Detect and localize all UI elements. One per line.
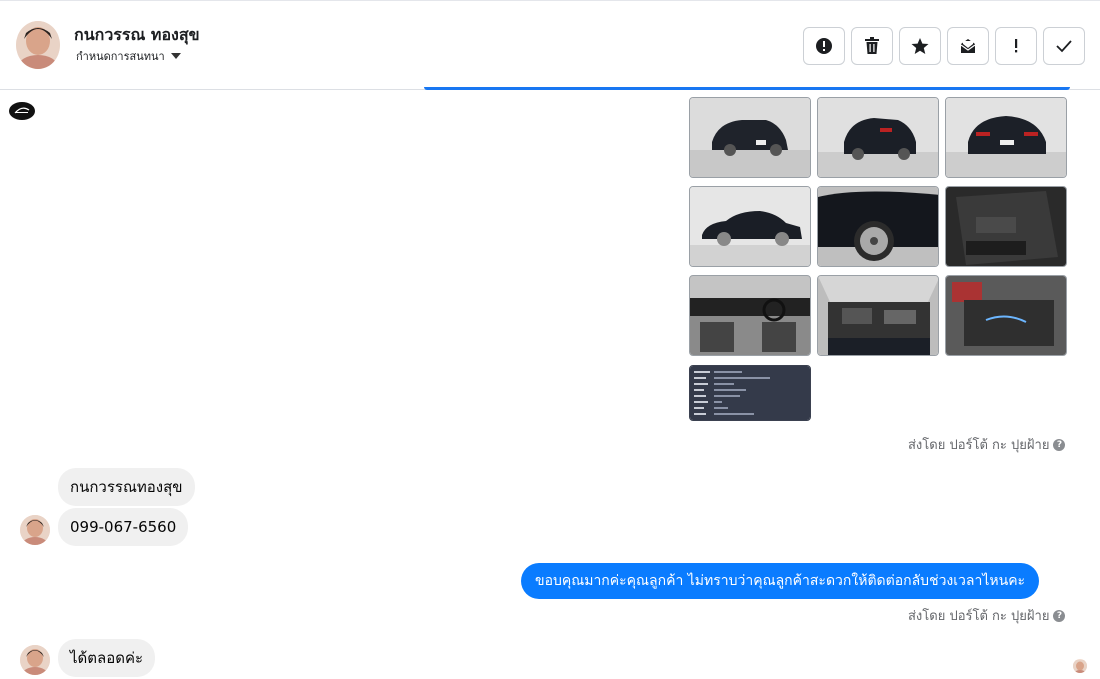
conversation-header: กนกวรรณ ทองสุข กำหนดการสนทนา (0, 1, 1100, 90)
envelope-icon (960, 39, 976, 53)
car-photo-wheel[interactable] (817, 186, 939, 267)
help-icon[interactable]: ? (1053, 438, 1066, 451)
messenger-inbox: กนกวรรณ ทองสุข กำหนดการสนทนา ส่งโดย ปอร์… (0, 0, 1100, 679)
incoming-message: กนกวรรณทองสุข (58, 468, 195, 506)
car-photo-door-interior[interactable] (945, 186, 1067, 267)
contact-avatar-small[interactable] (20, 515, 50, 545)
help-icon[interactable]: ? (1053, 609, 1066, 622)
page-logo-icon (9, 102, 35, 120)
sent-by-label: ส่งโดย ปอร์โต้ กะ ปุยฝ้าย ? (908, 434, 1066, 455)
contact-avatar-small[interactable] (20, 645, 50, 675)
check-icon (1056, 40, 1072, 53)
assign-conversation-dropdown[interactable]: กำหนดการสนทนา (76, 47, 181, 65)
outgoing-message: ขอบคุณมากค่ะคุณลูกค้า ไม่ทราบว่าคุณลูกค้… (521, 563, 1040, 599)
car-photo-dashboard[interactable] (689, 275, 811, 356)
contact-name: กนกวรรณ ทองสุข (74, 25, 200, 44)
car-photo-battery[interactable] (945, 275, 1067, 356)
star-button[interactable] (899, 27, 941, 65)
delete-button[interactable] (851, 27, 893, 65)
spam-button[interactable] (803, 27, 845, 65)
exclamation-icon (1015, 39, 1018, 53)
alert-circle-icon (816, 38, 832, 54)
sent-by-label: ส่งโดย ปอร์โต้ กะ ปุยฝ้าย ? (908, 605, 1066, 626)
done-button[interactable] (1043, 27, 1085, 65)
assign-conversation-label: กำหนดการสนทนา (76, 50, 165, 63)
star-icon (911, 38, 929, 54)
incoming-message: ได้ตลอดค่ะ (58, 639, 156, 677)
car-photo-rear-left[interactable] (817, 97, 939, 178)
trash-icon (865, 37, 879, 54)
mark-unread-button[interactable] (947, 27, 989, 65)
car-photo-side[interactable] (689, 186, 811, 267)
car-spec-sheet[interactable] (689, 365, 811, 421)
previous-message-edge (424, 87, 1070, 90)
car-photo-engine[interactable] (817, 275, 939, 356)
caret-down-icon (170, 53, 181, 59)
contact-avatar[interactable] (16, 21, 60, 69)
incoming-message: 099-067-6560 (58, 508, 189, 546)
important-button[interactable] (995, 27, 1037, 65)
conversation-actions (803, 27, 1085, 65)
read-receipt-avatar (1073, 659, 1087, 673)
car-photo-front-left[interactable] (689, 97, 811, 178)
car-photo-rear[interactable] (945, 97, 1067, 178)
